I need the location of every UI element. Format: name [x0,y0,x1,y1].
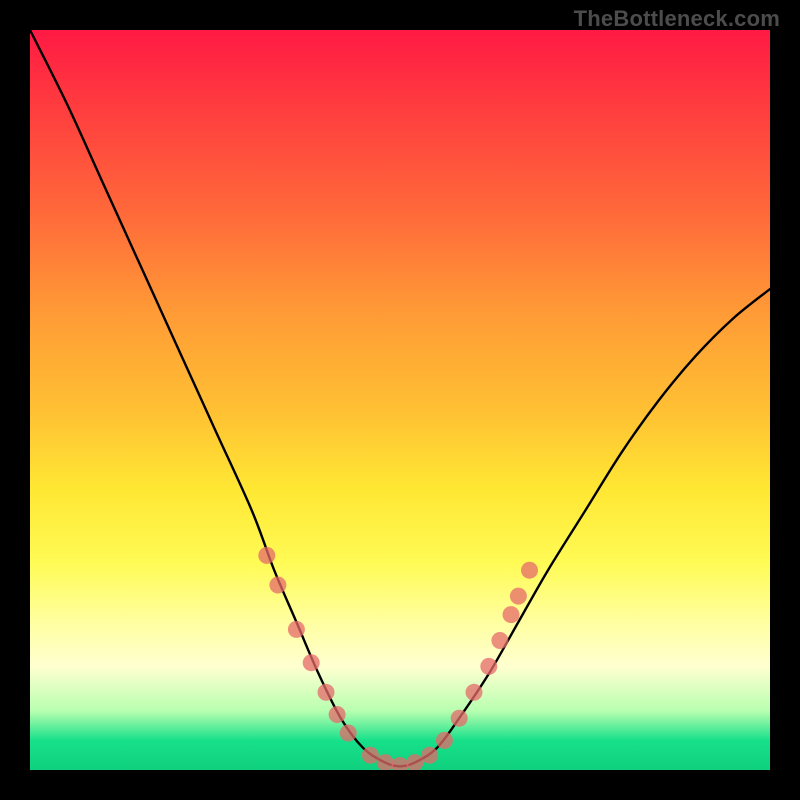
curve-markers [258,547,538,770]
chart-frame: TheBottleneck.com [0,0,800,800]
curve-marker [362,747,379,764]
curve-marker [406,754,423,770]
bottleneck-curve [30,30,770,766]
curve-marker [436,732,453,749]
curve-marker [510,588,527,605]
curve-svg [30,30,770,770]
curve-marker [318,684,335,701]
curve-marker [503,606,520,623]
curve-marker [288,621,305,638]
curve-marker [377,754,394,770]
curve-marker [451,710,468,727]
curve-marker [303,654,320,671]
curve-marker [521,562,538,579]
curve-marker [329,706,346,723]
curve-marker [480,658,497,675]
watermark-text: TheBottleneck.com [574,6,780,32]
curve-marker [269,577,286,594]
curve-marker [421,747,438,764]
curve-marker [466,684,483,701]
curve-marker [340,725,357,742]
curve-marker [258,547,275,564]
curve-marker [491,632,508,649]
plot-area [30,30,770,770]
curve-marker [392,757,409,770]
